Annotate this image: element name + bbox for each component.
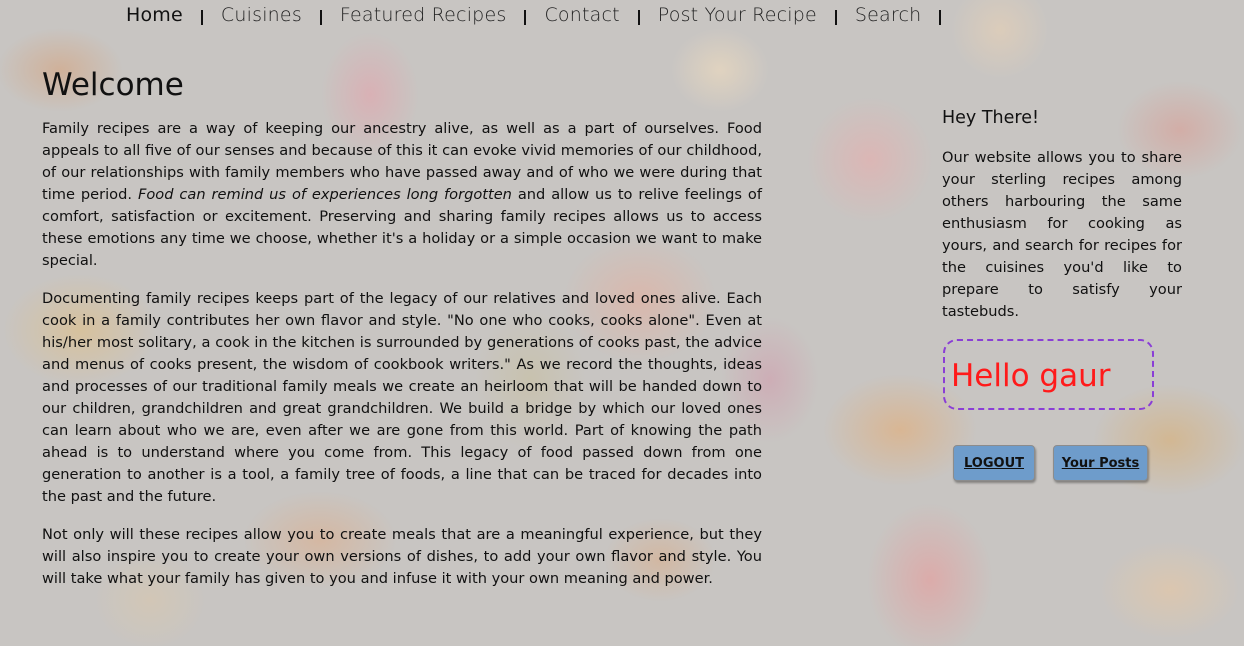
nav-cuisines[interactable]: Cuisines: [203, 4, 320, 26]
top-navigation: Home Cuisines Featured Recipes Contact P…: [108, 4, 942, 26]
intro-emphasis: Food can remind us of experiences long f…: [137, 186, 512, 203]
logout-button[interactable]: LOGOUT: [953, 445, 1035, 481]
sidebar-heading: Hey There!: [942, 108, 1039, 128]
intro-paragraph: Family recipes are a way of keeping our …: [42, 118, 762, 272]
user-greeting-box: Hello gaur: [943, 339, 1154, 410]
your-posts-button[interactable]: Your Posts: [1053, 445, 1148, 481]
sidebar-description: Our website allows you to share your ste…: [942, 149, 1182, 320]
nav-contact[interactable]: Contact: [526, 4, 637, 26]
nav-separator: [939, 9, 942, 25]
nav-search[interactable]: Search: [837, 4, 939, 26]
nav-featured-recipes[interactable]: Featured Recipes: [322, 4, 525, 26]
nav-home[interactable]: Home: [108, 4, 201, 26]
documenting-paragraph: Documenting family recipes keeps part of…: [42, 290, 762, 505]
inspiration-paragraph: Not only will these recipes allow you to…: [42, 526, 762, 587]
page-title: Welcome: [42, 67, 184, 103]
sidebar: Hey There! Our website allows you to sha…: [942, 106, 1182, 323]
main-article: Welcome Family recipes are a way of keep…: [42, 66, 762, 606]
nav-post-your-recipe[interactable]: Post Your Recipe: [640, 4, 835, 26]
user-greeting: Hello gaur: [951, 358, 1111, 394]
